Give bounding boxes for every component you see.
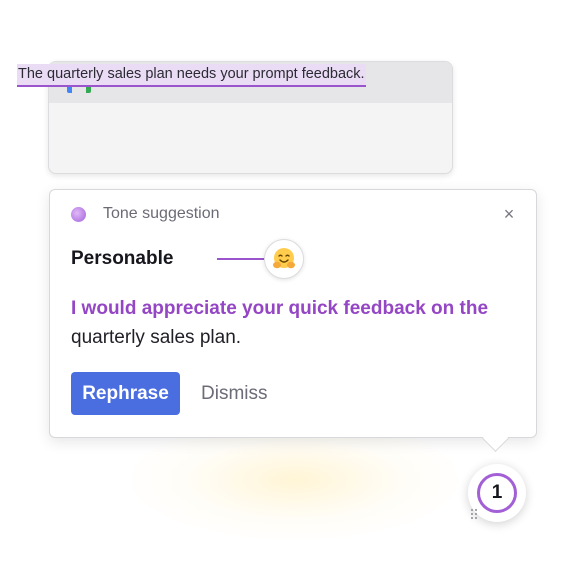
- suggestion-rest: quarterly sales plan.: [71, 327, 242, 348]
- suggestion-count: 1: [477, 473, 517, 513]
- rephrase-button[interactable]: Rephrase: [71, 372, 180, 415]
- close-icon[interactable]: ×: [501, 205, 517, 223]
- suggestion-text: I would appreciate your quick feedback o…: [71, 294, 521, 352]
- dismiss-button[interactable]: Dismiss: [193, 372, 276, 415]
- background-glow: [130, 420, 460, 540]
- suggestion-highlight: I would appreciate your quick feedback o…: [71, 298, 489, 319]
- tone-indicator-icon: [71, 207, 86, 222]
- hugging-face-emoji: [273, 248, 295, 269]
- stage: The quarterly sales plan needs your prom…: [0, 0, 584, 585]
- drag-handle-icon[interactable]: [470, 508, 478, 520]
- highlighted-email-text[interactable]: The quarterly sales plan needs your prom…: [17, 64, 366, 87]
- popup-header-label: Tone suggestion: [103, 205, 220, 222]
- tone-name: Personable: [71, 248, 174, 269]
- tone-connector-line: [217, 258, 267, 260]
- tone-emoji-badge: [264, 239, 304, 279]
